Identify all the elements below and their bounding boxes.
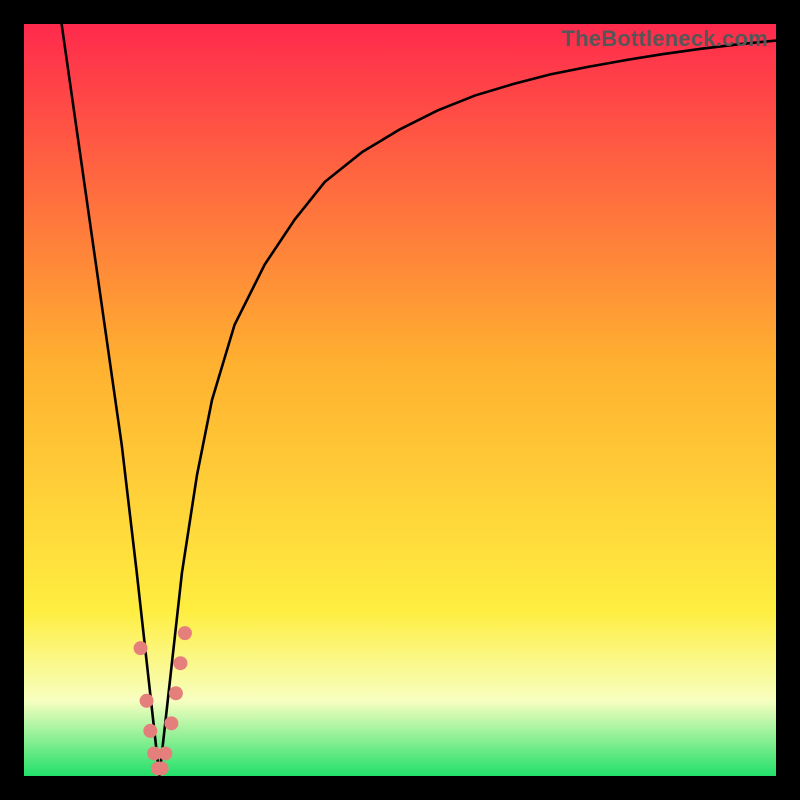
data-dot <box>173 656 187 670</box>
plot-area: TheBottleneck.com <box>24 24 776 776</box>
data-dot <box>143 724 157 738</box>
bottleneck-chart <box>24 24 776 776</box>
outer-frame: TheBottleneck.com <box>0 0 800 800</box>
data-dot <box>178 626 192 640</box>
data-dot <box>169 686 183 700</box>
data-dot <box>164 716 178 730</box>
data-dot <box>158 746 172 760</box>
gradient-background <box>24 24 776 776</box>
data-dot <box>134 641 148 655</box>
data-dot <box>155 761 169 775</box>
data-dot <box>140 694 154 708</box>
